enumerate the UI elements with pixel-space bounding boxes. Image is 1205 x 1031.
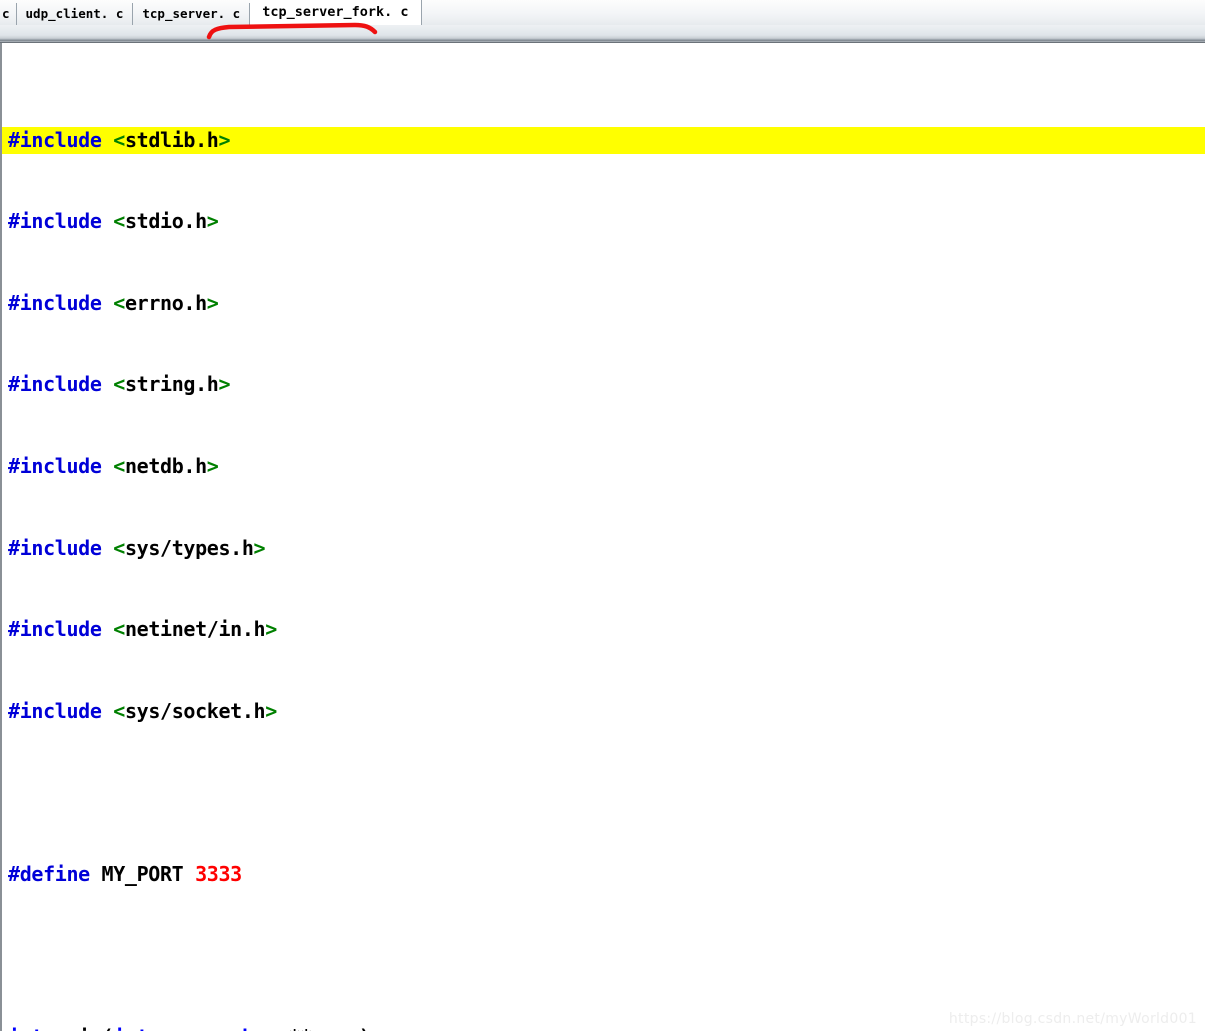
code-line: #include <stdlib.h> [2, 126, 1205, 154]
code-line: #include <errno.h> [8, 290, 219, 315]
code-line: #include <sys/types.h> [8, 535, 266, 560]
code-line: #include <string.h> [8, 372, 231, 397]
tab-udp-client-c[interactable]: udp_client. c [17, 3, 134, 25]
code-line: #include <netdb.h> [8, 453, 219, 478]
code-line: #include <stdio.h> [8, 209, 219, 234]
tab-tcp-server-fork-c[interactable]: tcp_server_fork. c [250, 0, 422, 25]
code-editor[interactable]: #include <stdlib.h> #include <stdio.h> #… [0, 43, 1205, 1031]
code-line: #define MY_PORT 3333 [8, 861, 242, 886]
code-line: #include <netinet/in.h> [8, 617, 277, 642]
code-content: #include <stdlib.h> #include <stdio.h> #… [2, 43, 1205, 1031]
toolbar-strip [0, 25, 1205, 43]
tab-bar: c udp_client. c tcp_server. c tcp_server… [0, 0, 1205, 25]
tab-tcp-server-c[interactable]: tcp_server. c [133, 3, 251, 25]
tab-partial-left[interactable]: c [0, 3, 17, 25]
watermark-text: https://blog.csdn.net/myWorld001 [948, 1011, 1197, 1027]
code-line: #include <sys/socket.h> [8, 698, 277, 723]
